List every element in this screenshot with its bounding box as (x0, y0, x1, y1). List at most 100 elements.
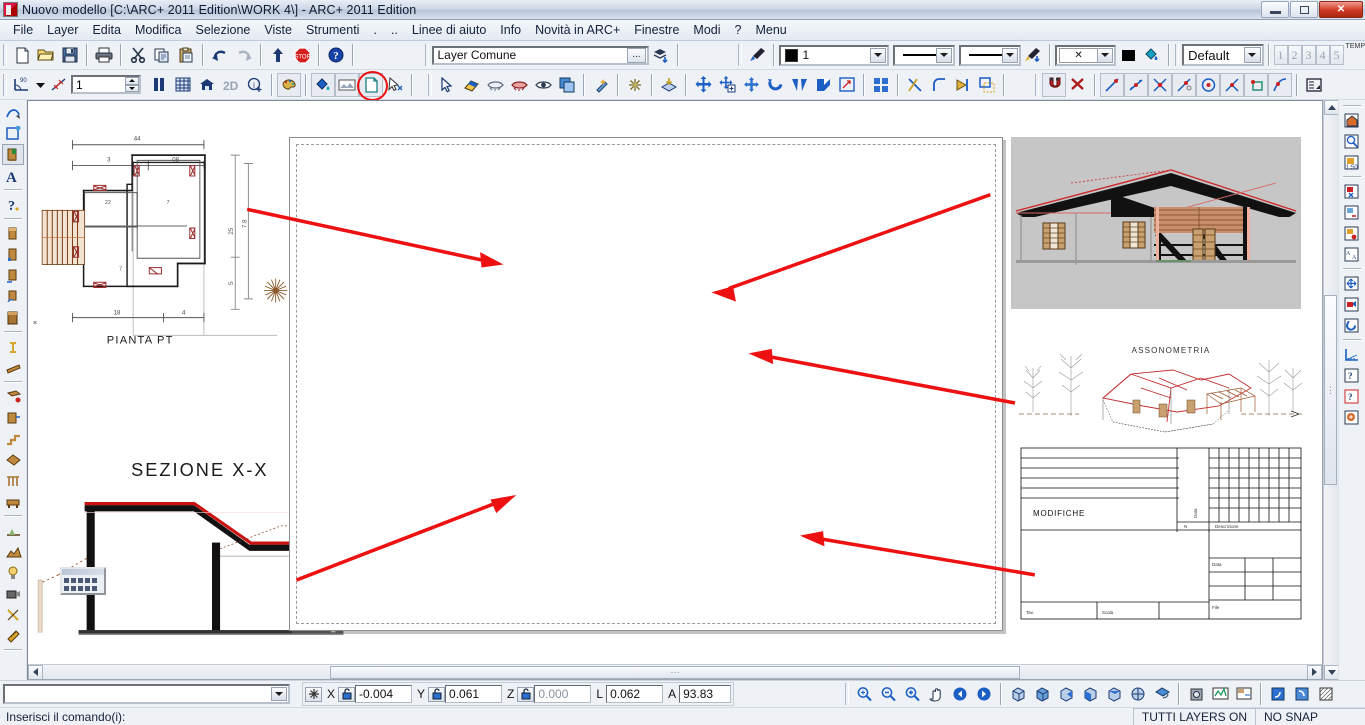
wall-curve-icon[interactable] (2, 286, 24, 307)
lineweight-combo-arrow-icon[interactable] (1001, 47, 1018, 63)
menu-modifica[interactable]: Modifica (128, 21, 189, 39)
explode-icon[interactable] (623, 73, 647, 97)
wall-corner-icon[interactable] (2, 244, 24, 265)
coord-x-lock-icon[interactable] (338, 686, 356, 702)
menu-layer[interactable]: Layer (40, 21, 85, 39)
coord-z-lock-icon[interactable] (517, 686, 535, 702)
zoom-next-icon[interactable] (972, 682, 996, 706)
restore-button[interactable] (1290, 1, 1318, 18)
wall-solid-icon[interactable] (2, 307, 24, 328)
view-delete-icon[interactable] (1341, 202, 1363, 223)
duplicate-layers-icon[interactable] (555, 73, 579, 97)
fillet-icon[interactable] (927, 73, 951, 97)
dim-question-icon[interactable]: ? (2, 194, 24, 215)
pen-combo[interactable]: 1 (779, 44, 889, 66)
view-number-2[interactable]: 2 (1287, 45, 1302, 65)
fill-color-swatch[interactable] (1116, 43, 1140, 67)
menu-modi[interactable]: Modi (686, 21, 727, 39)
fill-bucket-icon[interactable] (311, 72, 335, 97)
camera-icon[interactable] (2, 583, 24, 604)
rotate-icon[interactable] (763, 73, 787, 97)
scale-input[interactable]: 1 (71, 75, 141, 94)
view-home-icon[interactable] (1341, 110, 1363, 131)
view-camera-icon[interactable] (1341, 294, 1363, 315)
new-file-icon[interactable] (10, 43, 34, 67)
toolbar-grip-pen[interactable] (738, 44, 743, 66)
view-3d-1-icon[interactable] (1006, 682, 1030, 706)
window-blue-icon[interactable] (1266, 682, 1290, 706)
trim-line-icon[interactable] (903, 73, 927, 97)
mirror-icon[interactable] (787, 73, 811, 97)
copy-icon[interactable] (150, 43, 174, 67)
menu-help[interactable]: ? (728, 21, 749, 39)
hscroll-thumb[interactable]: ⋯ (330, 665, 1020, 679)
layer-stack-icon[interactable] (649, 43, 673, 67)
pointer-tag-icon[interactable] (383, 73, 407, 97)
view-3d-3-icon[interactable] (1054, 682, 1078, 706)
pan-hand-icon[interactable] (924, 682, 948, 706)
wall-join-icon[interactable] (2, 265, 24, 286)
chevron-down-icon[interactable] (34, 73, 47, 97)
zoom-previous-icon[interactable] (948, 682, 972, 706)
snap-off-icon[interactable] (1066, 73, 1090, 97)
view-rotate-icon[interactable] (1341, 315, 1363, 336)
canvas-vscrollbar[interactable]: ⋮ (1323, 100, 1339, 680)
linetype-combo[interactable] (892, 44, 955, 66)
view-shade-icon[interactable] (1150, 682, 1174, 706)
flip-corner-icon[interactable] (811, 73, 835, 97)
linetype-combo-arrow-icon[interactable] (935, 47, 952, 63)
view-toolbar-grip[interactable] (845, 683, 850, 705)
image-frame-icon[interactable] (335, 72, 359, 97)
snap-node-icon[interactable] (1220, 72, 1244, 97)
hscroll-left-arrow[interactable] (28, 664, 43, 679)
stop-sign-icon[interactable]: STOP (290, 43, 314, 67)
copy-move-icon[interactable] (715, 73, 739, 97)
coord-x-value[interactable]: -0.004 (355, 685, 413, 703)
coord-y-lock-icon[interactable] (428, 686, 446, 702)
elevation-render-view[interactable] (1011, 137, 1301, 309)
hatch-pattern-icon[interactable] (1314, 682, 1338, 706)
view-number-5[interactable]: 5 (1329, 45, 1344, 65)
toolbar-grip-layer[interactable] (425, 44, 430, 66)
coord-a-value[interactable]: 93.83 (679, 685, 732, 703)
vscroll-down-arrow[interactable] (1324, 665, 1339, 680)
hatch-combo[interactable]: ✕ (1054, 44, 1117, 66)
menu-linee-di-aiuto[interactable]: Linee di aiuto (405, 21, 493, 39)
canvas-surface[interactable]: 44 3 08 22 7 7 18 4 25 7.8 5 × PIANTA PT… (28, 101, 1322, 679)
undo-arrow-icon[interactable] (208, 43, 232, 67)
scale-spinner[interactable] (125, 77, 139, 92)
cut-scissors-icon[interactable] (126, 43, 150, 67)
grid-icon[interactable] (171, 73, 195, 97)
coord-y-value[interactable]: 0.061 (445, 685, 503, 703)
eraser-icon[interactable] (459, 73, 483, 97)
command-history-arrow-icon[interactable] (271, 687, 287, 701)
axonometry-view[interactable]: ASSONOMETRIA (1011, 316, 1311, 446)
lineweight-combo[interactable] (958, 44, 1021, 66)
view-rename-icon[interactable]: AA (1341, 244, 1363, 265)
zoom-all-icon[interactable] (852, 682, 876, 706)
canvas-hscrollbar[interactable]: ⋯ (28, 664, 1322, 679)
drawing-canvas[interactable]: 44 3 08 22 7 7 18 4 25 7.8 5 × PIANTA PT… (27, 100, 1323, 680)
palette-icon[interactable] (277, 72, 301, 97)
polyline-tool-icon[interactable] (2, 123, 24, 144)
minimize-button[interactable] (1261, 1, 1289, 18)
slab-icon[interactable] (2, 386, 24, 407)
railing-icon[interactable] (2, 470, 24, 491)
menu-dotdot[interactable]: .. (384, 21, 405, 39)
view-3d-4-icon[interactable] (1078, 682, 1102, 706)
stair-icon[interactable] (2, 428, 24, 449)
paste-clipboard-icon[interactable] (174, 43, 198, 67)
offset-box-icon[interactable] (975, 73, 999, 97)
hatch-tool-icon[interactable] (2, 144, 24, 165)
extend-icon[interactable] (951, 73, 975, 97)
floating-mini-palette[interactable] (60, 567, 106, 595)
toolbar-grip-snap[interactable] (1035, 73, 1039, 96)
menu-viste[interactable]: Viste (257, 21, 299, 39)
pen-down-icon[interactable] (1021, 43, 1045, 67)
array-grid-icon[interactable] (869, 73, 893, 97)
view-number-3[interactable]: 3 (1301, 45, 1316, 65)
view-number-1[interactable]: 1 (1273, 45, 1288, 65)
snap-nearest-icon[interactable] (1244, 72, 1268, 97)
home-icon[interactable] (195, 73, 219, 97)
text-tool-icon[interactable]: A (2, 165, 24, 186)
